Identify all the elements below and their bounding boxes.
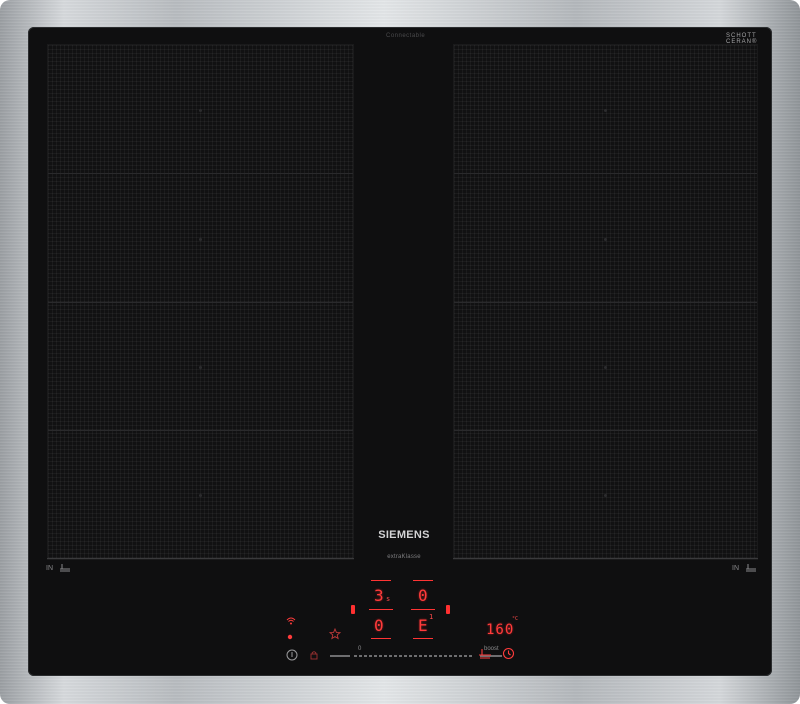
zone-divider [454,173,757,174]
brand-series: extraKlasse [387,554,421,560]
wifi-icon[interactable] [286,617,296,625]
bottom-left-zone-indicator [371,638,391,639]
frying-temperature-display[interactable]: 160 [486,622,514,638]
middle-left-separator [369,609,393,610]
timer-clock-icon[interactable] [502,647,515,660]
middle-right-separator [411,609,435,610]
favourite-star-icon[interactable] [329,628,341,640]
zone-divider [48,302,353,303]
bottom-right-power-display[interactable]: E [418,616,428,635]
ceramic-glass-panel: Connectable SCHOTT CERAN® SIEMENS extraK… [28,27,772,676]
bottom-right-zone-indicator [413,638,433,639]
top-left-power-display[interactable]: 3 [374,586,384,605]
top-right-power-display[interactable]: 0 [418,586,428,605]
bottom-left-power-display[interactable]: 0 [374,616,384,635]
right-cooking-zone[interactable] [453,44,758,560]
left-cooking-zone[interactable] [47,44,354,560]
power-level-slider[interactable] [354,655,474,657]
top-right-zone-indicator [413,580,433,581]
zone-center-mark [604,366,607,369]
connectable-label: Connectable [386,33,426,39]
child-lock-icon[interactable] [309,650,319,660]
zone-center-mark [199,238,202,241]
zone-center-mark [199,109,202,112]
zone-divider [454,302,757,303]
temperature-unit: °C [512,616,519,622]
power-info-icon[interactable] [286,649,298,661]
frying-sensor-icon[interactable] [478,648,492,660]
zone-center-mark [199,366,202,369]
brand-logo: SIEMENS [378,529,430,541]
left-zone-select-button[interactable] [351,605,355,614]
slider-zero-segment [330,655,350,657]
bottom-right-display-suffix: 1 [429,613,434,621]
pan-detection-icon [60,564,70,572]
left-zone-baseline [47,558,354,559]
zone-center-mark [199,494,202,497]
right-zone-baseline [453,558,758,559]
zone-center-mark [604,494,607,497]
left-zone-in-label: IN [46,565,53,572]
zone-divider [48,173,353,174]
zone-center-mark [604,238,607,241]
zone-center-mark [604,109,607,112]
zone-divider [48,430,353,431]
status-dot-icon [287,634,293,640]
zone-divider [454,430,757,431]
slider-min-label: 0 [358,646,362,652]
right-zone-select-button[interactable] [446,605,450,614]
pan-detection-icon [746,564,756,572]
right-zone-in-label: IN [732,565,739,572]
top-left-zone-indicator [371,580,391,581]
top-left-display-suffix: s [386,595,391,603]
